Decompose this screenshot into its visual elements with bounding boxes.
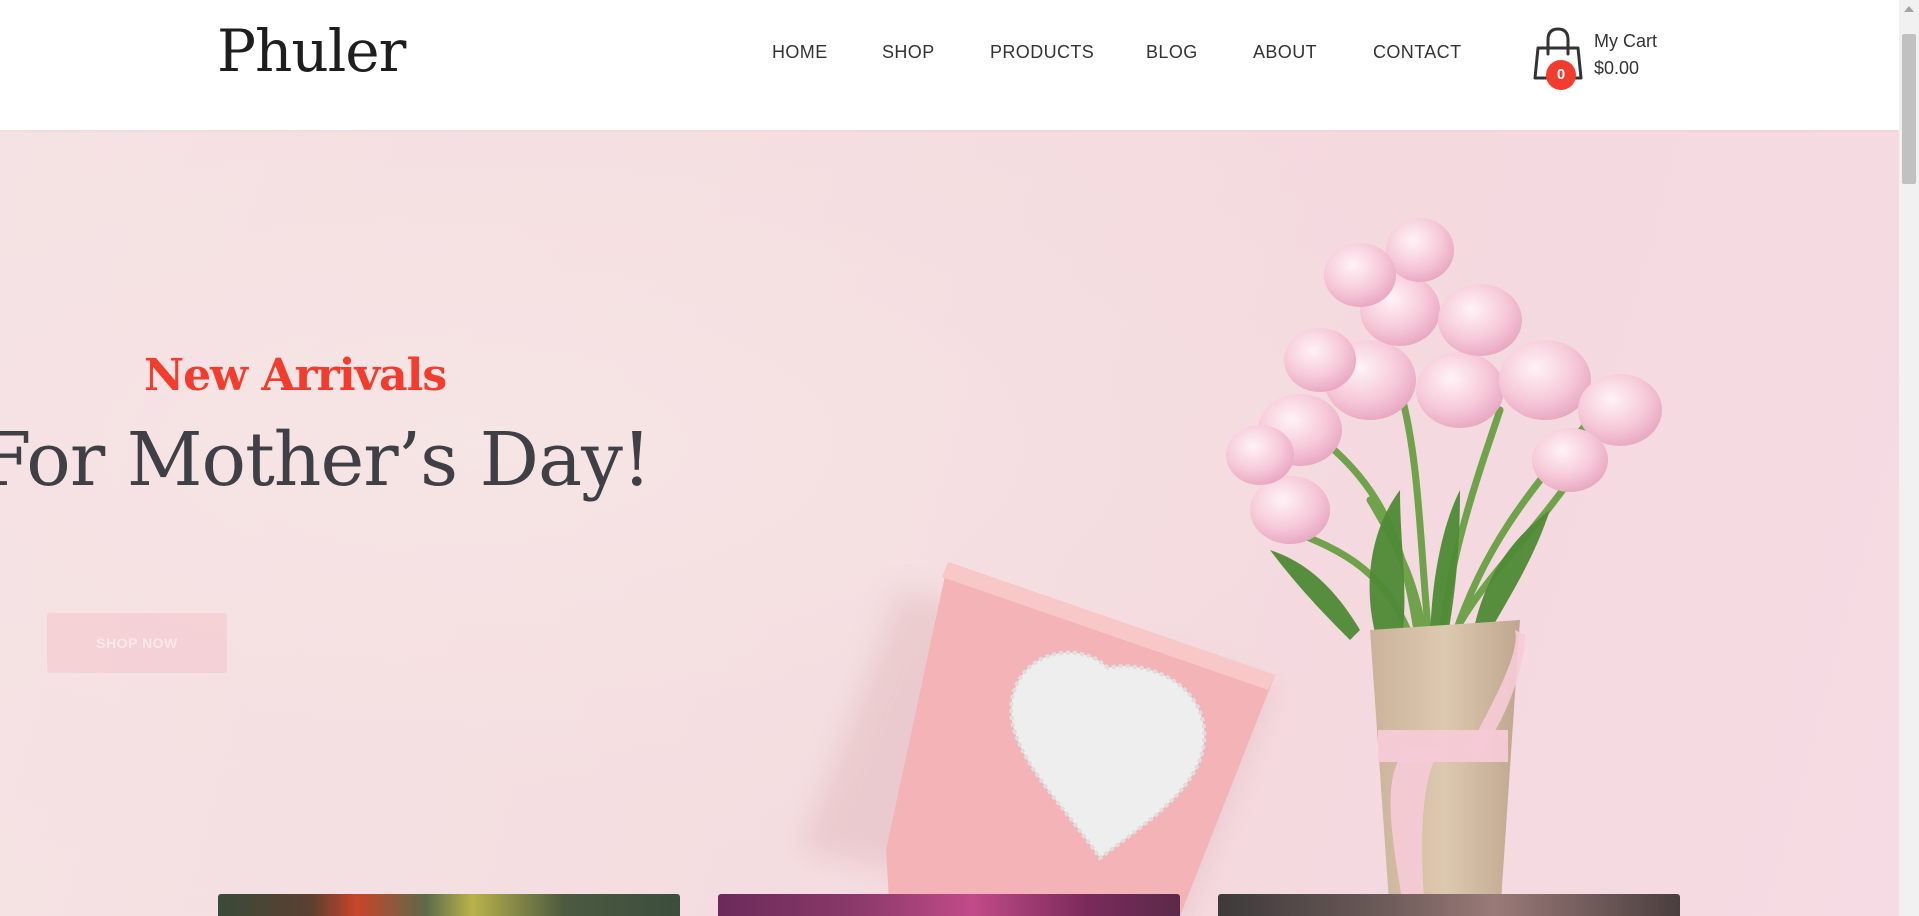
hero-image	[0, 130, 1899, 916]
mini-cart[interactable]: 0 My Cart $0.00	[1532, 26, 1672, 90]
nav-item-about[interactable]: ABOUT	[1253, 40, 1317, 64]
category-card[interactable]	[218, 894, 680, 916]
nav-item-home[interactable]: HOME	[772, 40, 828, 64]
scroll-up-arrow-icon[interactable]	[1899, 0, 1919, 18]
cart-count-badge: 0	[1546, 60, 1576, 90]
scrollbar-thumb[interactable]	[1902, 34, 1916, 184]
category-card[interactable]	[1218, 894, 1680, 916]
nav-item-products[interactable]: PRODUCTS	[990, 40, 1094, 64]
shop-now-button[interactable]: SHOP NOW	[47, 613, 227, 673]
hero-title: For Mother’s Day!	[0, 417, 652, 503]
hero-slider: New Arrivals For Mother’s Day! SHOP NOW	[0, 130, 1899, 916]
cart-total: $0.00	[1594, 58, 1640, 78]
site-header: Phuler HOME SHOP PRODUCTS BLOG ABOUT CON…	[0, 0, 1899, 130]
site-logo[interactable]: Phuler	[217, 14, 406, 88]
nav-item-shop[interactable]: SHOP	[882, 40, 935, 64]
nav-item-contact[interactable]: CONTACT	[1373, 40, 1461, 64]
page-scrollbar[interactable]	[1899, 0, 1919, 916]
category-card[interactable]	[718, 894, 1180, 916]
nav-item-blog[interactable]: BLOG	[1146, 40, 1198, 64]
cart-label: My Cart	[1594, 31, 1657, 51]
hero-kicker: New Arrivals	[143, 350, 447, 401]
